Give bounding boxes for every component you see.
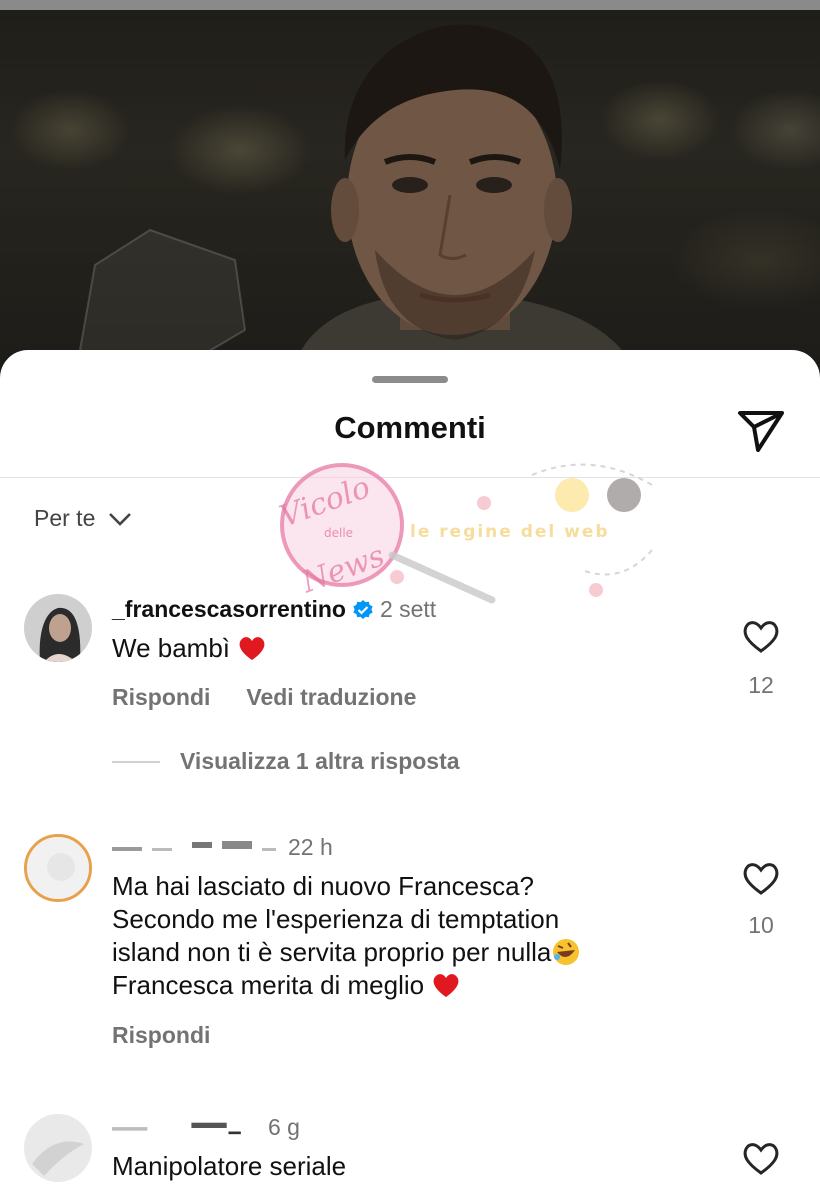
redacted-username <box>112 1122 241 1134</box>
comment-text-line-with-emoji: Francesca merita di meglio <box>112 969 712 1002</box>
like-count: 12 <box>748 672 774 698</box>
sort-filter-dropdown[interactable]: Per te <box>34 505 133 532</box>
red-heart-emoji-icon <box>239 637 265 660</box>
sort-filter-label: Per te <box>34 505 96 531</box>
svg-text:News: News <box>296 538 389 600</box>
like-count: 10 <box>748 912 774 938</box>
comment-header: 6 g <box>112 1114 300 1141</box>
comment-text-content: We bambì <box>112 633 231 663</box>
comment-timestamp: 2 sett <box>379 596 437 622</box>
comment-username[interactable]: _francescasorrentino <box>112 596 346 623</box>
redacted-username <box>112 840 276 851</box>
comment-text-line: Francesca merita di meglio <box>112 970 425 1000</box>
reply-button[interactable]: Rispondi <box>112 684 210 711</box>
avatar[interactable] <box>24 1114 92 1182</box>
view-replies-label: Visualizza 1 altra risposta <box>180 748 460 774</box>
comment-text: Manipolatore seriale <box>112 1150 712 1183</box>
avatar[interactable] <box>24 834 92 902</box>
comment-text-content: Manipolatore seriale <box>112 1151 347 1181</box>
replies-divider-line <box>112 760 160 763</box>
comment-text-line: island non ti è servita proprio per null… <box>112 937 552 967</box>
svg-text:le regine del web: le regine del web <box>410 522 610 542</box>
avatar[interactable] <box>24 594 92 662</box>
comment-text-line-with-emoji: island non ti è servita proprio per null… <box>112 936 712 969</box>
chevron-down-icon <box>109 512 132 526</box>
rolling-laughing-emoji-icon <box>553 939 580 965</box>
comment-actions: Rispondi <box>112 1022 210 1049</box>
see-translation-button[interactable]: Vedi traduzione <box>246 684 416 711</box>
heart-outline-icon[interactable] <box>741 618 781 654</box>
comment-actions: Rispondi Vedi traduzione <box>112 684 416 711</box>
reply-button[interactable]: Rispondi <box>112 1022 210 1049</box>
person-photo <box>0 0 820 380</box>
post-background-photo <box>0 0 820 380</box>
heart-outline-icon[interactable] <box>741 1140 781 1176</box>
comment-text-line: Ma hai lasciato di nuovo Francesca? <box>112 871 535 901</box>
view-replies-button[interactable]: Visualizza 1 altra risposta <box>112 748 460 775</box>
sheet-title: Commenti <box>334 410 486 445</box>
comments-sheet: Commenti Per te Vicolo delle News le reg… <box>0 350 820 1200</box>
svg-text:delle: delle <box>324 526 353 540</box>
comment-timestamp: 6 g <box>268 1114 300 1140</box>
status-strip <box>0 0 820 10</box>
comment-text-line: Secondo me l'esperienza di temptation <box>112 904 560 934</box>
header-divider <box>0 477 820 478</box>
verified-badge-icon <box>353 599 373 619</box>
paper-plane-icon[interactable] <box>736 408 786 452</box>
comment-text: Ma hai lasciato di nuovo Francesca? Seco… <box>112 870 712 1002</box>
heart-outline-icon[interactable] <box>741 860 781 896</box>
comment-timestamp: 22 h <box>288 834 333 860</box>
watermark-logo: Vicolo delle News le regine del web <box>275 463 653 604</box>
svg-text:Vicolo: Vicolo <box>275 470 375 535</box>
comment-text: We bambì <box>112 632 712 665</box>
comment-header: 22 h <box>112 834 333 861</box>
red-heart-emoji-icon <box>433 974 459 997</box>
comment-header: _francescasorrentino 2 sett <box>112 596 436 623</box>
sheet-drag-handle[interactable] <box>372 376 448 383</box>
